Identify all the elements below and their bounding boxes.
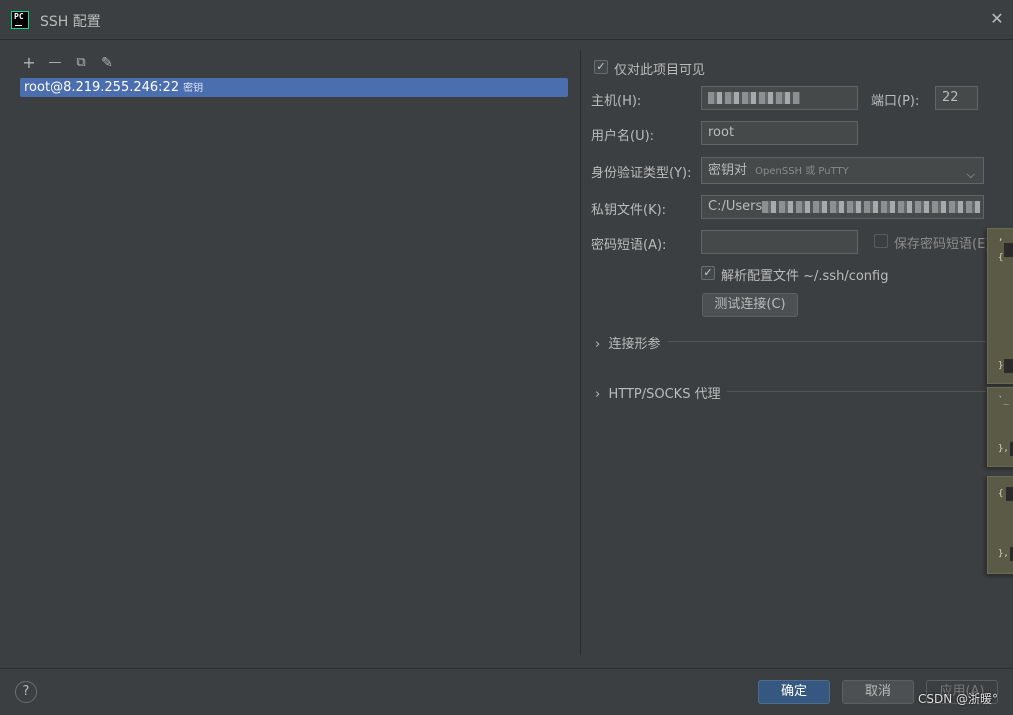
title-bar: PC SSH 配置 ✕ <box>0 0 1013 40</box>
close-icon[interactable]: ✕ <box>988 10 1006 28</box>
parse-config-label: 解析配置文件 ~/.ssh/config <box>721 269 889 284</box>
passphrase-input[interactable] <box>701 230 858 254</box>
list-item-label: root@8.219.255.246:22 <box>24 80 180 95</box>
keyfile-label: 私钥文件(K): <box>591 203 667 218</box>
remove-icon[interactable]: — <box>46 54 64 72</box>
proxy-section[interactable]: › HTTP/SOCKS 代理 <box>595 383 721 402</box>
chevron-right-icon: › <box>595 387 601 402</box>
overlay-popup: , { } <box>987 228 1013 384</box>
test-connection-button[interactable]: 测试连接(C) <box>702 293 798 317</box>
passphrase-label: 密码短语(A): <box>591 238 667 253</box>
app-icon-text: PC <box>14 12 24 21</box>
host-input[interactable] <box>701 86 858 110</box>
keyfile-value: C:/Users <box>708 199 763 214</box>
connection-params-label: 连接形参 <box>608 337 661 352</box>
copy-icon[interactable]: ⧉ <box>72 54 90 72</box>
redacted-path <box>762 200 981 213</box>
chevron-down-icon: ⌵ <box>966 168 975 181</box>
username-input[interactable]: root <box>701 121 858 145</box>
add-icon[interactable]: + <box>20 54 38 72</box>
cancel-button[interactable]: 取消 <box>842 680 914 704</box>
overlay-popup: { }, <box>987 476 1013 574</box>
overlay-popup: `_ }, <box>987 387 1013 467</box>
section-divider <box>668 341 986 342</box>
auth-type-label: 身份验证类型(Y): <box>591 166 692 181</box>
panel-divider[interactable] <box>580 50 581 655</box>
parse-config-checkbox[interactable]: ✓ <box>701 266 715 280</box>
visible-only-checkbox[interactable]: ✓ <box>594 60 608 74</box>
port-label: 端口(P): <box>871 94 920 109</box>
auth-type-select[interactable]: 密钥对 OpenSSH 或 PuTTY ⌵ <box>701 157 984 184</box>
port-input[interactable]: 22 <box>935 86 978 110</box>
auth-type-hint: OpenSSH 或 PuTTY <box>755 166 849 177</box>
pycharm-app-icon: PC <box>11 11 29 29</box>
connection-params-section[interactable]: › 连接形参 <box>595 333 660 352</box>
save-passphrase-label: 保存密码短语(E) <box>894 237 991 252</box>
redacted-host <box>708 91 800 104</box>
section-divider <box>727 391 986 392</box>
list-item[interactable]: root@8.219.255.246:22 密钥 <box>20 78 568 97</box>
save-passphrase-checkbox[interactable] <box>874 234 888 248</box>
edit-icon[interactable]: ✎ <box>98 54 116 72</box>
visible-only-label: 仅对此项目可见 <box>614 63 706 78</box>
auth-type-value: 密钥对 <box>708 163 748 178</box>
chevron-right-icon: › <box>595 337 601 352</box>
window-title: SSH 配置 <box>40 14 101 30</box>
username-label: 用户名(U): <box>591 129 655 144</box>
ssh-config-list: root@8.219.255.246:22 密钥 <box>20 78 568 97</box>
list-item-tag: 密钥 <box>183 83 204 94</box>
keyfile-input[interactable]: C:/Users <box>701 195 984 219</box>
proxy-label: HTTP/SOCKS 代理 <box>608 387 721 402</box>
csdn-watermark: CSDN @浙暖° <box>918 692 999 706</box>
host-label: 主机(H): <box>591 94 642 109</box>
ok-button[interactable]: 确定 <box>758 680 830 704</box>
help-icon[interactable]: ? <box>15 681 37 703</box>
